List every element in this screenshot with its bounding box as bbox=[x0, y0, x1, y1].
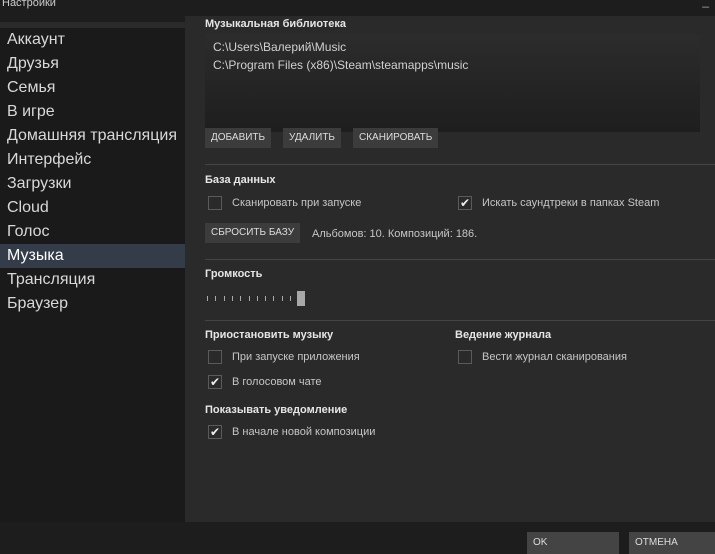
sidebar-item[interactable]: Друзья bbox=[0, 52, 185, 76]
volume-tick bbox=[281, 296, 283, 301]
sidebar-item[interactable]: Аккаунт bbox=[0, 28, 185, 52]
search-soundtracks-checkbox[interactable]: ✔ bbox=[458, 196, 472, 210]
volume-tick bbox=[265, 296, 267, 301]
sidebar-item[interactable]: Семья bbox=[0, 76, 185, 100]
divider bbox=[205, 320, 715, 321]
divider bbox=[205, 164, 715, 165]
add-folder-button[interactable]: ДОБАВИТЬ bbox=[205, 128, 272, 148]
settings-sidebar: Аккаунт Друзья Семья В игре Домашняя трансля… bbox=[0, 22, 185, 522]
sidebar-item[interactable]: Браузер bbox=[0, 292, 185, 316]
scan-on-start-label: Сканировать при запуске bbox=[232, 197, 362, 209]
sidebar-item[interactable]: Cloud bbox=[0, 196, 185, 220]
volume-tick bbox=[207, 296, 208, 301]
pause-on-app-launch-checkbox[interactable] bbox=[208, 350, 222, 364]
check-icon: ✔ bbox=[209, 375, 221, 389]
volume-tick bbox=[240, 296, 242, 301]
check-icon: ✔ bbox=[459, 196, 471, 210]
library-folder-list[interactable]: C:\Users\Валерий\Music C:\Program Files … bbox=[205, 34, 700, 132]
logging-heading: Ведение журнала bbox=[455, 329, 552, 341]
scan-on-start-checkbox[interactable] bbox=[208, 196, 222, 210]
notify-new-track-label: В начале новой композиции bbox=[232, 426, 376, 438]
remove-folder-button[interactable]: УДАЛИТЬ bbox=[283, 128, 341, 148]
library-path[interactable]: C:\Program Files (x86)\Steam\steamapps\m… bbox=[205, 56, 700, 74]
sidebar-item[interactable]: Голос bbox=[0, 220, 185, 244]
footer-bar: OK ОТМЕНА bbox=[0, 522, 715, 554]
notification-heading: Показывать уведомление bbox=[205, 404, 348, 416]
library-heading: Музыкальная библиотека bbox=[205, 18, 347, 30]
minimize-button[interactable]: _ bbox=[702, 0, 709, 7]
volume-heading: Громкость bbox=[205, 268, 263, 280]
divider bbox=[205, 259, 715, 260]
sidebar-item[interactable]: Загрузки bbox=[0, 172, 185, 196]
sidebar-item[interactable]: Трансляция bbox=[0, 268, 185, 292]
scan-log-checkbox[interactable] bbox=[458, 350, 472, 364]
volume-tick bbox=[290, 296, 291, 301]
database-stats: Альбомов: 10. Композиций: 186. bbox=[312, 228, 478, 240]
cancel-button[interactable]: ОТМЕНА bbox=[629, 532, 715, 554]
scan-button[interactable]: СКАНИРОВАТЬ bbox=[353, 128, 439, 148]
music-settings-panel: Музыкальная библиотека C:\Users\Валерий\… bbox=[185, 16, 715, 522]
database-heading: База данных bbox=[205, 174, 276, 186]
pause-on-app-launch-label: При запуске приложения bbox=[232, 351, 360, 363]
volume-tick bbox=[215, 296, 217, 301]
ok-button[interactable]: OK bbox=[527, 532, 619, 554]
pause-in-voice-chat-checkbox[interactable]: ✔ bbox=[208, 375, 222, 389]
volume-slider[interactable] bbox=[207, 290, 307, 306]
reset-database-button[interactable]: СБРОСИТЬ БАЗУ bbox=[205, 223, 301, 243]
volume-tick bbox=[248, 296, 250, 301]
volume-tick bbox=[223, 296, 225, 301]
volume-tick bbox=[256, 296, 258, 301]
pause-music-heading: Приостановить музыку bbox=[205, 329, 334, 341]
sidebar-nav: Аккаунт Друзья Семья В игре Домашняя трансля… bbox=[0, 28, 185, 316]
sidebar-item[interactable]: Интерфейс bbox=[0, 148, 185, 172]
library-path[interactable]: C:\Users\Валерий\Music bbox=[205, 38, 700, 56]
scan-log-label: Вести журнал сканирования bbox=[482, 351, 627, 363]
sidebar-item[interactable]: Домашняя трансляция bbox=[0, 124, 185, 148]
volume-tick bbox=[231, 296, 233, 301]
notify-new-track-checkbox[interactable]: ✔ bbox=[208, 425, 222, 439]
sidebar-item[interactable]: В игре bbox=[0, 100, 185, 124]
pause-in-voice-chat-label: В голосовом чате bbox=[232, 376, 322, 388]
window-title: Настройки bbox=[2, 0, 56, 9]
sidebar-item[interactable]: Музыка bbox=[0, 244, 185, 268]
volume-tick bbox=[273, 296, 275, 301]
volume-slider-handle[interactable] bbox=[297, 291, 305, 306]
check-icon: ✔ bbox=[209, 425, 221, 439]
search-soundtracks-label: Искать саундтреки в папках Steam bbox=[482, 197, 660, 209]
title-bar: Настройки _ bbox=[0, 0, 715, 16]
